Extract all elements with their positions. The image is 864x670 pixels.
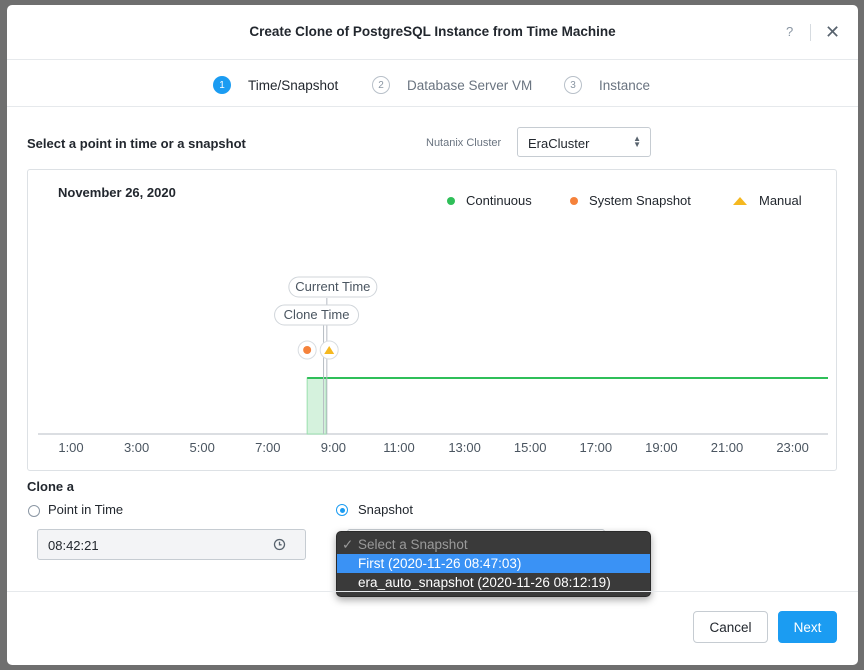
dropdown-placeholder[interactable]: ✓ Select a Snapshot <box>337 535 650 554</box>
checkmark-icon: ✓ <box>342 537 354 552</box>
header-divider <box>810 24 811 41</box>
help-icon[interactable]: ? <box>786 24 793 39</box>
dialog-header: Create Clone of PostgreSQL Instance from… <box>7 5 858 60</box>
x-tick-label: 19:00 <box>645 440 678 455</box>
dialog-title: Create Clone of PostgreSQL Instance from… <box>249 24 616 39</box>
snapshot-label[interactable]: Snapshot <box>358 502 413 517</box>
snapshot-dropdown[interactable]: ✓ Select a Snapshot First (2020-11-26 08… <box>336 531 651 597</box>
cluster-select-value: EraCluster <box>528 136 590 151</box>
point-in-time-label[interactable]: Point in Time <box>48 502 123 517</box>
next-button[interactable]: Next <box>778 611 837 643</box>
wizard-steps: 1 Time/Snapshot 2 Database Server VM 3 I… <box>7 60 858 107</box>
point-in-time-radio[interactable] <box>28 505 40 517</box>
step-number: 2 <box>372 76 390 94</box>
time-input-value: 08:42:21 <box>48 538 99 553</box>
timeline-plot: 1:00 3:00 5:00 7:00 9:00 11:00 13:00 15:00 17:00… <box>38 276 828 455</box>
close-icon[interactable]: ✕ <box>825 22 840 43</box>
clone-time-label: Clone Time <box>284 307 350 322</box>
cluster-label: Nutanix Cluster <box>426 137 502 149</box>
clone-from-heading: Clone a <box>27 479 74 494</box>
step-label: Time/Snapshot <box>248 77 339 93</box>
step-instance[interactable]: 3 Instance <box>564 76 650 94</box>
dropdown-option-first[interactable]: First (2020-11-26 08:47:03) <box>337 554 650 573</box>
current-time-label: Current Time <box>295 279 370 294</box>
step-number: 3 <box>564 76 582 94</box>
x-tick-label: 7:00 <box>255 440 280 455</box>
clock-icon[interactable] <box>273 538 286 551</box>
x-tick-label: 9:00 <box>321 440 346 455</box>
cancel-button[interactable]: Cancel <box>693 611 768 643</box>
snapshot-radio[interactable] <box>336 504 348 516</box>
x-tick-label: 5:00 <box>190 440 215 455</box>
x-tick-label: 21:00 <box>711 440 744 455</box>
step-number: 1 <box>213 76 231 94</box>
step-database-server-vm[interactable]: 2 Database Server VM <box>372 76 532 94</box>
x-tick-label: 13:00 <box>448 440 481 455</box>
time-input[interactable]: 08:42:21 <box>37 529 306 560</box>
clone-dialog: Create Clone of PostgreSQL Instance from… <box>7 5 858 665</box>
x-tick-label: 11:00 <box>383 440 415 455</box>
system-snapshot-dot <box>303 346 312 354</box>
step-label: Database Server VM <box>407 77 533 93</box>
cluster-select[interactable]: EraCluster ▲ ▼ <box>517 127 651 157</box>
step-time-snapshot[interactable]: 1 Time/Snapshot <box>213 76 338 94</box>
select-arrows-icon: ▲ ▼ <box>633 134 641 149</box>
select-point-heading: Select a point in time or a snapshot <box>27 136 246 151</box>
dropdown-option-label: First (2020-11-26 08:47:03) <box>358 556 522 571</box>
step-label: Instance <box>599 77 651 93</box>
x-tick-label: 17:00 <box>580 440 613 455</box>
dropdown-placeholder-label: Select a Snapshot <box>358 537 468 552</box>
x-tick-label: 1:00 <box>58 440 83 455</box>
x-tick-label: 3:00 <box>124 440 149 455</box>
dropdown-option-era-auto[interactable]: era_auto_snapshot (2020-11-26 08:12:19) <box>337 573 650 592</box>
x-tick-label: 15:00 <box>514 440 547 455</box>
dropdown-option-label: era_auto_snapshot (2020-11-26 08:12:19) <box>358 575 611 590</box>
timeline-chart[interactable]: November 26, 2020 Continuous System Snap… <box>27 169 837 471</box>
x-tick-label: 23:00 <box>776 440 809 455</box>
